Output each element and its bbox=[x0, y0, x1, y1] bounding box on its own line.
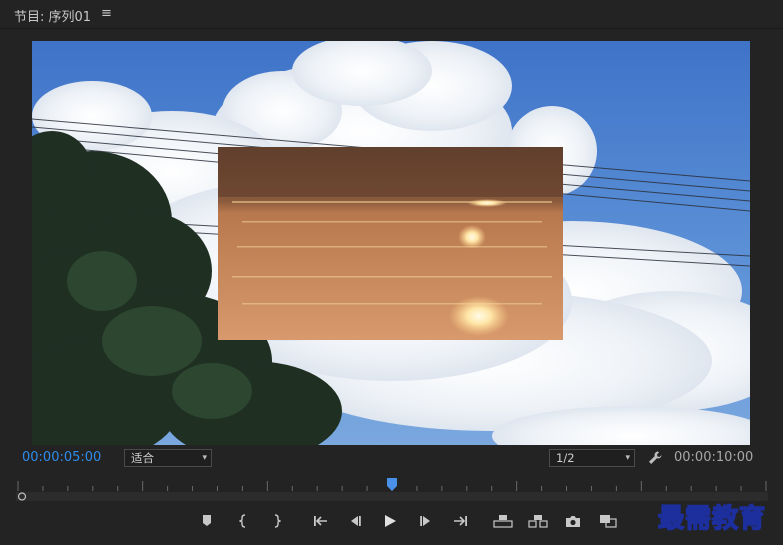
current-timecode[interactable]: 00:00:05:00 bbox=[22, 450, 101, 465]
panel-header: 节目: 序列01 ≡ bbox=[0, 0, 783, 30]
zoom-handle-left[interactable] bbox=[17, 492, 27, 501]
panel-title[interactable]: 节目: 序列01 bbox=[14, 6, 91, 25]
wrench-icon[interactable] bbox=[647, 450, 663, 466]
camera-icon[interactable] bbox=[562, 510, 584, 532]
overlay-clip bbox=[218, 147, 563, 340]
marker-icon[interactable] bbox=[196, 510, 218, 532]
compare-icon[interactable] bbox=[597, 510, 619, 532]
watermark-logo: 最需教育 bbox=[657, 503, 767, 535]
chevron-down-icon: ▾ bbox=[202, 453, 207, 463]
video-frame bbox=[32, 41, 750, 445]
duration-timecode: 00:00:10:00 bbox=[674, 450, 754, 465]
go-to-in-icon[interactable] bbox=[310, 510, 332, 532]
step-forward-icon[interactable] bbox=[415, 510, 437, 532]
mark-out-icon[interactable] bbox=[265, 510, 287, 532]
chevron-down-icon: ▾ bbox=[625, 453, 630, 463]
mark-in-icon[interactable] bbox=[233, 510, 255, 532]
extract-icon[interactable] bbox=[527, 510, 549, 532]
hamburger-menu-icon[interactable]: ≡ bbox=[101, 6, 112, 21]
zoom-select[interactable]: 适合 ▾ bbox=[124, 449, 212, 467]
time-ruler[interactable] bbox=[16, 478, 768, 492]
program-monitor-viewport[interactable] bbox=[32, 41, 750, 445]
header-divider bbox=[0, 28, 783, 29]
lift-icon[interactable] bbox=[492, 510, 514, 532]
resolution-select[interactable]: 1/2 ▾ bbox=[549, 449, 635, 467]
step-back-icon[interactable] bbox=[344, 510, 366, 532]
playhead-icon[interactable] bbox=[387, 478, 397, 491]
play-icon[interactable] bbox=[379, 510, 401, 532]
go-to-out-icon[interactable] bbox=[449, 510, 471, 532]
resolution-select-value: 1/2 bbox=[556, 451, 575, 465]
zoom-select-value: 适合 bbox=[131, 451, 154, 465]
scrub-bar[interactable] bbox=[16, 492, 768, 501]
